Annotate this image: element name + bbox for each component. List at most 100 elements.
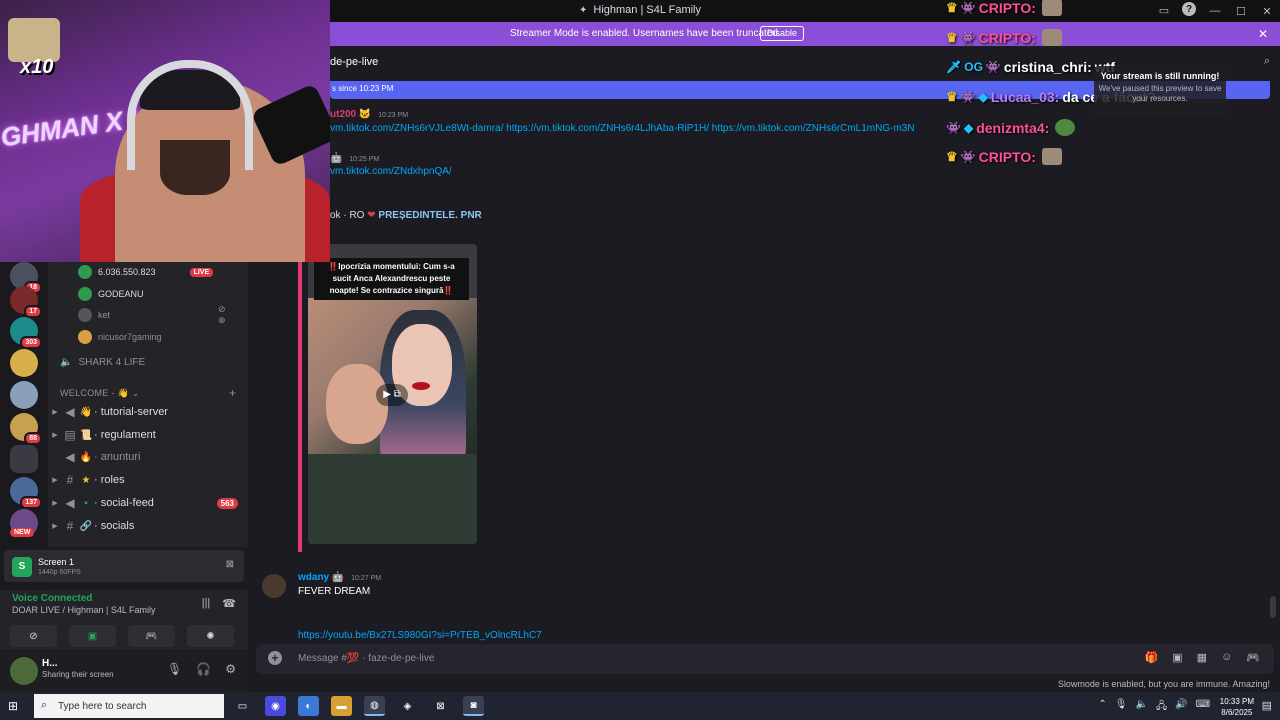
- server-icon-3[interactable]: 303: [10, 317, 42, 349]
- microphone-icon[interactable]: 🎙: [167, 662, 182, 676]
- crown-icon: ♛: [946, 89, 958, 104]
- voice-user-name: nicusor7gaming: [98, 332, 162, 342]
- channel-roles[interactable]: ▶ # ★ · roles: [48, 470, 248, 490]
- window-controls: — ☐ ✕: [1202, 0, 1280, 22]
- voice-channel-path[interactable]: DOAR LIVE / Highman | S4L Family: [12, 605, 156, 615]
- message-time: 10:25 PM: [349, 156, 380, 163]
- message-author[interactable]: wdany: [298, 572, 329, 583]
- overlay-chat-line: 👾 ◆ denizmta4:: [946, 119, 1076, 136]
- thumbnail-figure: [308, 454, 477, 544]
- robot-icon: 👾: [946, 120, 961, 135]
- chevron-up-icon[interactable]: ⌃: [1098, 699, 1106, 716]
- channel-regulament[interactable]: ▶ ▤ 📜 · regulament: [48, 425, 248, 445]
- soundboard-button[interactable]: ✺: [187, 625, 234, 647]
- network-icon[interactable]: 🖧: [1156, 699, 1167, 716]
- new-servers-badge: NEW: [10, 528, 35, 537]
- taskbar-search[interactable]: ⌕ Type here to search: [34, 694, 224, 718]
- message-composer[interactable]: + Message #💯 · faze-de-pe-live 🎁 ▣ ▦ ☺ 🎮: [256, 644, 1274, 674]
- settings-gear-icon[interactable]: ⚙: [225, 662, 236, 676]
- server-icon-6[interactable]: 88: [10, 413, 42, 445]
- message-header: 🤖 10:25 PM: [330, 153, 379, 164]
- create-channel-icon[interactable]: +: [229, 386, 236, 400]
- server-icon-4[interactable]: [10, 349, 38, 377]
- gift-icon[interactable]: 🎁: [1145, 651, 1159, 664]
- stop-share-icon[interactable]: ⊠: [226, 559, 234, 570]
- help-icon[interactable]: ?: [1182, 2, 1196, 16]
- steam-icon[interactable]: ◈: [397, 696, 418, 716]
- gif-icon[interactable]: ▣: [1172, 651, 1182, 664]
- search-icon[interactable]: ⌕: [1264, 55, 1270, 68]
- close-window-icon[interactable]: ✕: [1254, 0, 1280, 22]
- voice-user[interactable]: 6.036.550.823 LIVE: [78, 264, 214, 280]
- sticker-icon[interactable]: ▦: [1197, 651, 1207, 664]
- overlay-chat-line: ♛ 👾 CRIPTO:: [946, 148, 1062, 165]
- message-links[interactable]: vm.tiktok.com/ZNHs6rVJLe8Wt-damra/ https…: [330, 123, 915, 134]
- headphones-icon[interactable]: 🎧: [196, 662, 211, 676]
- file-explorer-icon[interactable]: ▬: [331, 696, 352, 716]
- message-link[interactable]: vm.tiktok.com/ZNdxhpnQA/: [330, 166, 452, 177]
- play-icon[interactable]: ▶ ⧉: [376, 384, 408, 406]
- voice-user-name: ket: [98, 310, 111, 320]
- message-link[interactable]: https://youtu.be/Bx27LS980GI?si=PrTEB_vO…: [298, 630, 542, 641]
- channel-anunturi[interactable]: ◀ 🔥 · anunturi: [48, 447, 248, 467]
- windows-start-icon[interactable]: ⊞: [8, 699, 22, 713]
- tiktok-video-embed[interactable]: ‼️Ipocrizia momentului: Cum s-a sucit An…: [308, 244, 477, 544]
- emoji-icon[interactable]: ☺: [1221, 651, 1232, 664]
- taskbar-apps: ▭ ◉ ◐ ▬ ◍ ◈ ⊠ ◙: [232, 696, 484, 716]
- heart-icon: ❤: [367, 210, 376, 221]
- xbox-icon[interactable]: ⊠: [430, 696, 451, 716]
- channel-socials[interactable]: ▶ # 🔗 · socials: [48, 516, 248, 536]
- voice-channel-shark[interactable]: 🔈 SHARK 4 LIFE: [60, 357, 145, 368]
- inbox-icon[interactable]: ▭: [1156, 2, 1172, 18]
- composer-placeholder[interactable]: Message #💯 · faze-de-pe-live: [298, 653, 434, 664]
- category-welcome[interactable]: WELCOME - 👋 ⌄: [60, 388, 140, 399]
- new-messages-text: s since 10:23 PM: [332, 84, 394, 93]
- edge-icon[interactable]: ◐: [298, 696, 319, 716]
- titlebar-tools: ▭ ?: [1156, 2, 1196, 18]
- close-banner-icon[interactable]: ✕: [1258, 27, 1268, 41]
- keyboard-icon[interactable]: ⌨: [1196, 699, 1210, 716]
- server-icon-2[interactable]: 17: [10, 286, 42, 318]
- taskbar-clock[interactable]: 10:33 PM 8/6/2025: [1220, 696, 1254, 718]
- disable-streamer-mode-button[interactable]: Disable: [760, 26, 805, 41]
- notifications-icon[interactable]: ▤: [1262, 699, 1272, 712]
- screen-share-card[interactable]: S Screen 1 1440p 60FPS ⊠: [4, 550, 244, 582]
- server-icon-7[interactable]: [10, 445, 38, 473]
- mic-tray-icon[interactable]: 🎙: [1115, 699, 1128, 716]
- robot-icon: 👾: [960, 149, 976, 164]
- chevron-right-icon: ▶: [52, 477, 58, 484]
- voice-connected-status[interactable]: Voice Connected: [12, 593, 92, 604]
- voice-user[interactable]: GODEANU: [78, 286, 144, 302]
- server-icon-5[interactable]: [10, 381, 38, 409]
- voice-user[interactable]: ket ⊘ ⊗: [78, 304, 226, 325]
- channel-label: · regulament: [94, 429, 156, 441]
- voice-channel-name: SHARK 4 LIFE: [78, 357, 146, 368]
- toast-body: We've paused this preview to save your r…: [1098, 84, 1222, 103]
- user-avatar[interactable]: [10, 657, 38, 685]
- disconnect-icon[interactable]: ☎: [222, 597, 236, 610]
- volume-icon[interactable]: 🔈: [1136, 699, 1148, 716]
- server-icon-8[interactable]: 137: [10, 477, 42, 509]
- chat-scrollbar[interactable]: [1270, 596, 1276, 618]
- copilot-icon[interactable]: ◉: [265, 696, 286, 716]
- maximize-icon[interactable]: ☐: [1228, 0, 1254, 22]
- channel-label: · socials: [94, 520, 135, 532]
- message-author[interactable]: ut200: [330, 109, 356, 120]
- channel-social-feed[interactable]: ▶ ◀ ▪ · social-feed 563: [48, 493, 248, 513]
- apps-icon[interactable]: 🎮: [1246, 651, 1260, 664]
- noise-suppression-icon[interactable]: |||: [202, 597, 211, 610]
- avatar[interactable]: [262, 574, 286, 598]
- attach-plus-icon[interactable]: +: [268, 651, 282, 665]
- activities-button[interactable]: 🎮: [128, 625, 175, 647]
- discord-icon[interactable]: ◙: [463, 696, 484, 716]
- overlay-chat-line: ♛ 👾 CRIPTO:: [946, 29, 1062, 46]
- channel-tutorial-server[interactable]: ▶ ◀ 👋 · tutorial-server: [48, 402, 248, 422]
- obs-icon[interactable]: ◍: [364, 696, 385, 716]
- task-view-icon[interactable]: ▭: [232, 696, 253, 716]
- embed-author[interactable]: ok · RO ❤ PREȘEDINTELE. PNR: [330, 210, 482, 221]
- voice-user[interactable]: nicusor7gaming: [78, 329, 162, 345]
- camera-off-button[interactable]: ⊘: [10, 625, 57, 647]
- speaker-icon[interactable]: 🔊: [1175, 699, 1187, 716]
- minimize-icon[interactable]: —: [1202, 0, 1228, 22]
- share-screen-button[interactable]: ▣: [69, 625, 116, 647]
